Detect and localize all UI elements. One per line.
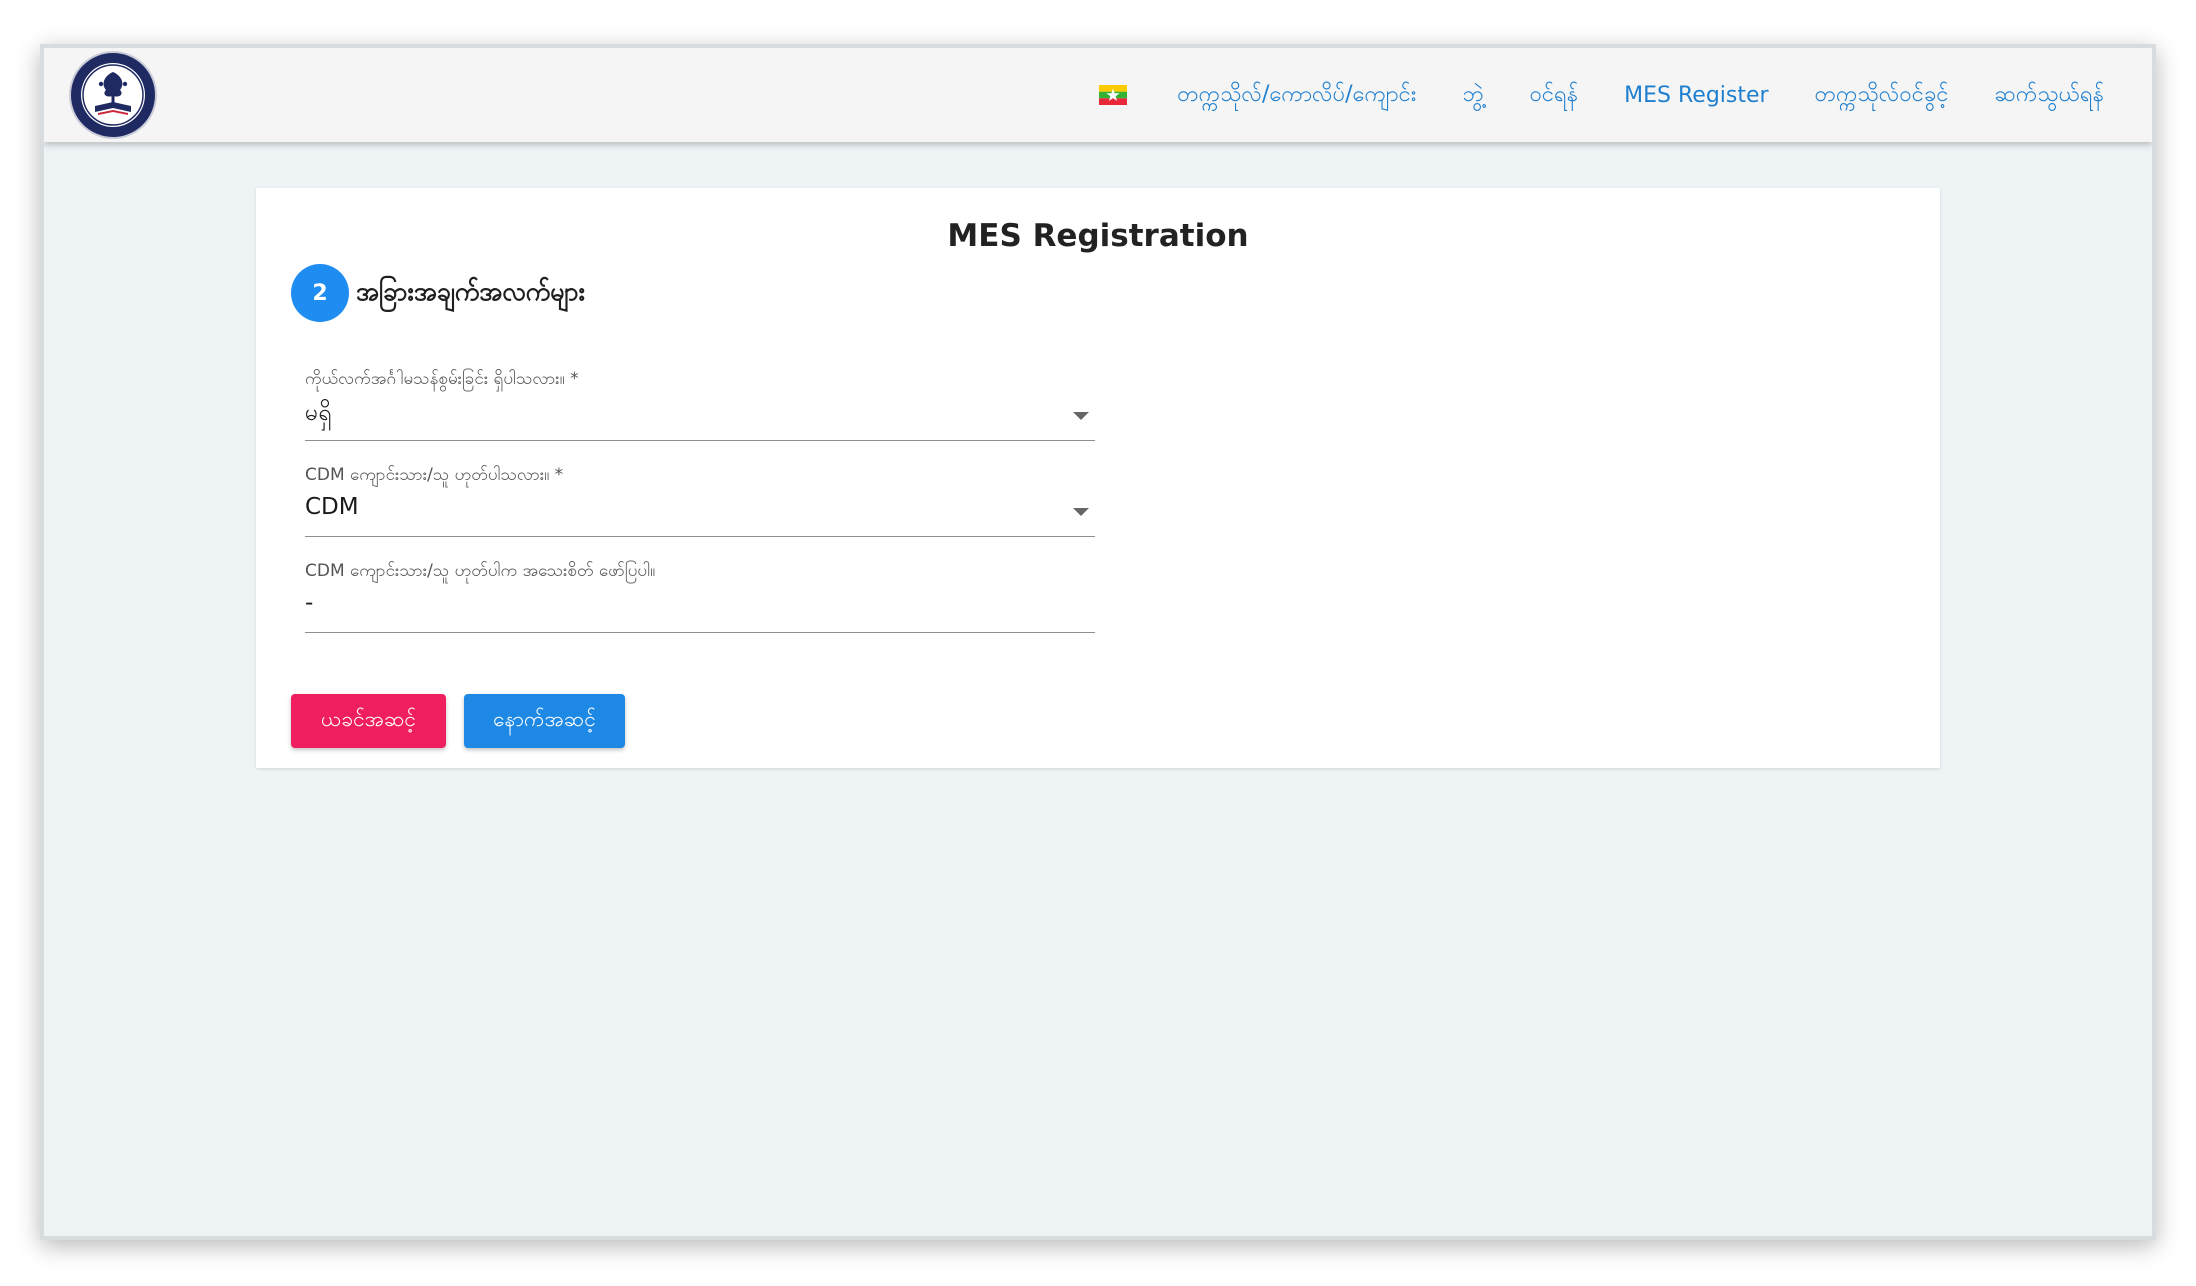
disability-select[interactable]: ကိုယ်လက်အင်္ဂါမသန်စွမ်းခြင်း ရှိပါသလား။ …: [305, 368, 1095, 441]
step-number-badge: 2: [291, 264, 349, 322]
disability-select-label: ကိုယ်လက်အင်္ဂါမသန်စွမ်းခြင်း ရှိပါသလား။ …: [305, 369, 579, 389]
cdm-details-input-value: -: [305, 590, 314, 616]
disability-select-value: မရှိ: [305, 400, 332, 426]
chevron-down-icon[interactable]: [1073, 508, 1089, 516]
cdm-status-select-label: CDM ကျောင်းသား/သူ ဟုတ်ပါသလား။ *: [305, 465, 564, 485]
nav-menu: တက္ကသိုလ်/ကောလိပ်/ကျောင်း ဘွဲ့ ဝင်ရန် ME…: [1099, 48, 2104, 142]
registration-card: MES Registration 2 အခြားအချက်အလက်များ ကိ…: [256, 188, 1940, 768]
nav-link-admission[interactable]: တက္ကသိုလ်ဝင်ခွင့်: [1815, 79, 1949, 112]
nav-link-universities[interactable]: တက္ကသိုလ်/ကောလိပ်/ကျောင်း: [1177, 79, 1416, 112]
next-step-button[interactable]: နောက်အဆင့်: [464, 694, 625, 748]
cdm-details-input-label: CDM ကျောင်းသား/သူ ဟုတ်ပါက အသေးစိတ် ဖော်ပ…: [305, 561, 656, 581]
chevron-down-icon[interactable]: [1073, 412, 1089, 420]
cdm-status-select-value: CDM: [305, 494, 359, 520]
cdm-status-select[interactable]: CDM ကျောင်းသား/သူ ဟုတ်ပါသလား။ * CDM: [305, 464, 1095, 537]
nav-link-contact[interactable]: ဆက်သွယ်ရန်: [1995, 79, 2104, 112]
university-logo-icon[interactable]: [68, 50, 158, 140]
browser-window: တက္ကသိုလ်/ကောလိပ်/ကျောင်း ဘွဲ့ ဝင်ရန် ME…: [40, 44, 2156, 1240]
myanmar-flag-icon[interactable]: [1099, 85, 1128, 105]
nav-link-degrees[interactable]: ဘွဲ့: [1462, 79, 1483, 112]
top-navbar: တက္ကသိုလ်/ကောလိပ်/ကျောင်း ဘွဲ့ ဝင်ရန် ME…: [44, 48, 2152, 142]
previous-step-button[interactable]: ယခင်အဆင့်: [291, 694, 446, 748]
page-title: MES Registration: [947, 218, 1249, 254]
nav-link-login[interactable]: ဝင်ရန်: [1530, 79, 1579, 112]
step-title: အခြားအချက်အလက်များ: [356, 277, 585, 306]
nav-link-mes-register[interactable]: MES Register: [1624, 83, 1768, 108]
cdm-details-input[interactable]: CDM ကျောင်းသား/သူ ဟုတ်ပါက အသေးစိတ် ဖော်ပ…: [305, 560, 1095, 633]
